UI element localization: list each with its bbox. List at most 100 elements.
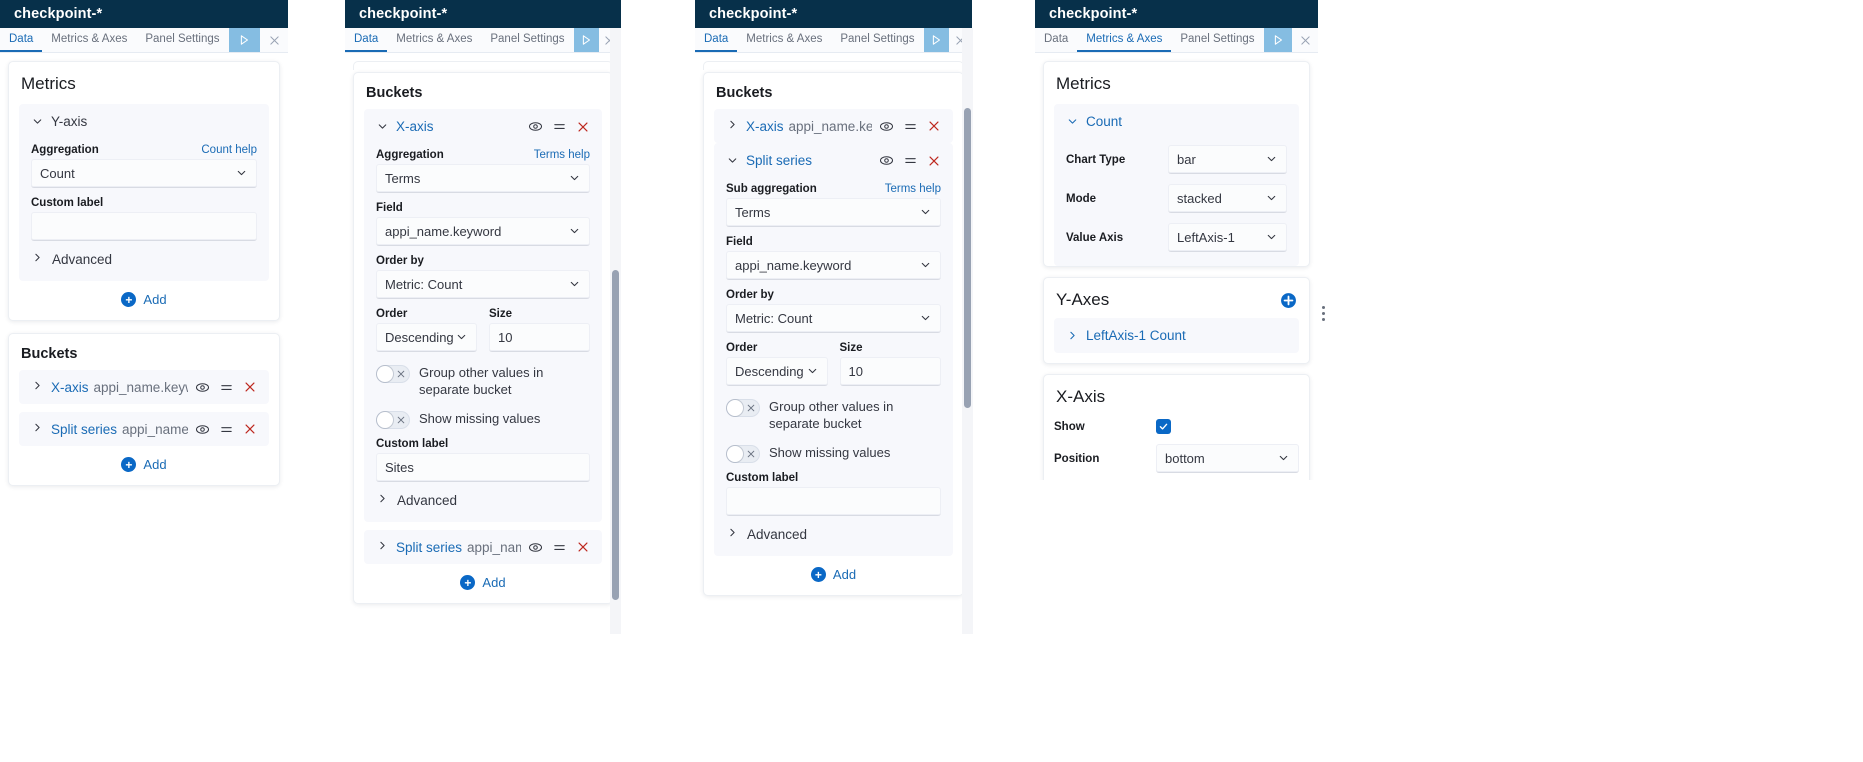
panel-4-body: Metrics Count Chart Type bar Mode stacke… xyxy=(1035,53,1318,480)
show-advanced-options-toggle[interactable]: Show Advanced Options xyxy=(1054,473,1299,480)
bucket-row-x-axis[interactable]: X-axis appi_name.keywor... xyxy=(714,109,953,143)
eye-icon[interactable] xyxy=(879,153,894,168)
group-other-values-row[interactable]: Group other values in separate bucket xyxy=(376,364,590,398)
tab-metrics-axes[interactable]: Metrics & Axes xyxy=(1077,28,1172,52)
drag-handle-icon[interactable] xyxy=(552,119,567,134)
bucket-row-split-series[interactable]: Split series appi_name.ke... xyxy=(364,530,602,564)
close-editor-button[interactable] xyxy=(1292,28,1318,52)
chevron-down-icon xyxy=(1265,192,1278,205)
value-axis-row: Value Axis LeftAxis-1 xyxy=(1066,223,1287,252)
custom-label-input[interactable] xyxy=(726,487,941,516)
bucket-row-icons xyxy=(195,422,257,437)
show-missing-values-label: Show missing values xyxy=(419,411,541,426)
chevron-down-icon xyxy=(455,331,468,344)
eye-icon[interactable] xyxy=(195,380,210,395)
custom-label-input[interactable]: Sites xyxy=(376,453,590,482)
group-other-values-toggle[interactable] xyxy=(726,399,760,417)
remove-x-icon[interactable] xyxy=(243,380,257,394)
order-by-select[interactable]: Metric: Count xyxy=(376,270,590,299)
tab-data[interactable]: Data xyxy=(345,28,388,52)
panel-2-scrollbar-thumb[interactable] xyxy=(612,270,619,600)
field-select[interactable]: appi_name.keyword xyxy=(376,217,590,246)
show-missing-values-row[interactable]: Show missing values xyxy=(726,444,941,463)
value-axis-select[interactable]: LeftAxis-1 xyxy=(1168,223,1287,252)
tab-panel-settings[interactable]: Panel Settings xyxy=(1171,28,1263,52)
apply-changes-button[interactable] xyxy=(573,28,599,52)
remove-x-icon[interactable] xyxy=(576,540,590,554)
advanced-toggle[interactable]: Advanced xyxy=(31,241,257,269)
remove-x-icon[interactable] xyxy=(927,119,941,133)
drag-handle-icon[interactable] xyxy=(219,422,234,437)
group-other-values-row[interactable]: Group other values in separate bucket xyxy=(726,398,941,432)
count-help-link[interactable]: Count help xyxy=(201,144,257,156)
size-input[interactable]: 10 xyxy=(489,323,590,352)
chart-type-select[interactable]: bar xyxy=(1168,145,1287,174)
tab-data[interactable]: Data xyxy=(1035,28,1077,52)
panel-resize-grip[interactable] xyxy=(1322,306,1325,321)
x-axis-show-checkbox[interactable] xyxy=(1156,419,1171,434)
mode-select[interactable]: stacked xyxy=(1168,184,1287,213)
eye-icon[interactable] xyxy=(195,422,210,437)
buckets-add-button[interactable]: + Add xyxy=(714,556,953,595)
x-axis-collapse-row[interactable]: X-axis xyxy=(376,117,590,140)
tab-metrics-axes[interactable]: Metrics & Axes xyxy=(42,28,136,52)
sub-aggregation-select[interactable]: Terms xyxy=(726,198,941,227)
tab-metrics-axes[interactable]: Metrics & Axes xyxy=(737,28,831,52)
remove-x-icon[interactable] xyxy=(576,120,590,134)
tab-panel-settings[interactable]: Panel Settings xyxy=(136,28,228,52)
group-other-values-toggle[interactable] xyxy=(376,365,410,383)
split-series-collapse-row[interactable]: Split series xyxy=(726,151,941,174)
add-y-axis-button[interactable] xyxy=(1280,292,1297,309)
bucket-row-x-axis[interactable]: X-axis appi_name.keyword: ... xyxy=(19,370,269,404)
drag-handle-icon[interactable] xyxy=(903,119,918,134)
eye-icon[interactable] xyxy=(528,540,543,555)
order-select[interactable]: Descending xyxy=(726,357,828,386)
show-missing-values-toggle[interactable] xyxy=(376,411,410,429)
bucket-row-split-series[interactable]: Split series appi_name.keyw... xyxy=(19,412,269,446)
tab-panel-settings[interactable]: Panel Settings xyxy=(481,28,573,52)
tab-metrics-axes[interactable]: Metrics & Axes xyxy=(387,28,481,52)
eye-icon[interactable] xyxy=(879,119,894,134)
aggregation-select[interactable]: Terms xyxy=(376,164,590,193)
remove-x-icon[interactable] xyxy=(243,422,257,436)
y-axis-item-row[interactable]: LeftAxis-1 Count xyxy=(1054,318,1299,353)
apply-changes-button[interactable] xyxy=(923,28,950,52)
drag-handle-icon[interactable] xyxy=(903,153,918,168)
metrics-add-button[interactable]: + Add xyxy=(19,281,269,320)
remove-x-icon[interactable] xyxy=(927,154,941,168)
buckets-add-label: Add xyxy=(482,575,506,590)
order-value: Descending xyxy=(385,329,454,345)
field-select[interactable]: appi_name.keyword xyxy=(726,251,941,280)
x-axis-position-select[interactable]: bottom xyxy=(1156,444,1299,473)
left-axis-1-collapse-row[interactable]: LeftAxis-1 Count xyxy=(1066,328,1287,343)
eye-icon[interactable] xyxy=(528,119,543,134)
drag-handle-icon[interactable] xyxy=(552,540,567,555)
terms-help-link[interactable]: Terms help xyxy=(534,149,590,161)
close-editor-button[interactable] xyxy=(260,28,288,52)
screenshot-root: checkpoint-* Data Metrics & Axes Panel S… xyxy=(0,0,1863,762)
metrics-card: Metrics Y-axis Aggregation Count help Co… xyxy=(8,61,280,321)
metrics-card-title: Metrics xyxy=(21,74,76,93)
show-missing-values-toggle[interactable] xyxy=(726,445,760,463)
order-by-select[interactable]: Metric: Count xyxy=(726,304,941,333)
tab-panel-settings[interactable]: Panel Settings xyxy=(831,28,923,52)
drag-handle-icon[interactable] xyxy=(219,380,234,395)
count-collapse-row[interactable]: Count xyxy=(1066,112,1287,135)
order-select[interactable]: Descending xyxy=(376,323,477,352)
panel-3-scrollbar-thumb[interactable] xyxy=(964,108,971,408)
buckets-add-button[interactable]: + Add xyxy=(19,446,269,485)
custom-label-input[interactable] xyxy=(31,212,257,241)
y-axis-collapse-row[interactable]: Y-axis xyxy=(31,112,257,135)
advanced-toggle[interactable]: Advanced xyxy=(376,482,590,510)
size-input[interactable]: 10 xyxy=(839,357,941,386)
apply-changes-button[interactable] xyxy=(1263,28,1293,52)
show-missing-values-row[interactable]: Show missing values xyxy=(376,410,590,429)
aggregation-select[interactable]: Count xyxy=(31,159,257,188)
tab-data[interactable]: Data xyxy=(695,28,738,52)
apply-changes-button[interactable] xyxy=(228,28,261,52)
tab-data[interactable]: Data xyxy=(0,28,43,52)
toggle-off-x-icon xyxy=(746,403,756,413)
buckets-add-button[interactable]: + Add xyxy=(364,564,602,603)
terms-help-link[interactable]: Terms help xyxy=(885,183,941,195)
advanced-toggle[interactable]: Advanced xyxy=(726,516,941,544)
